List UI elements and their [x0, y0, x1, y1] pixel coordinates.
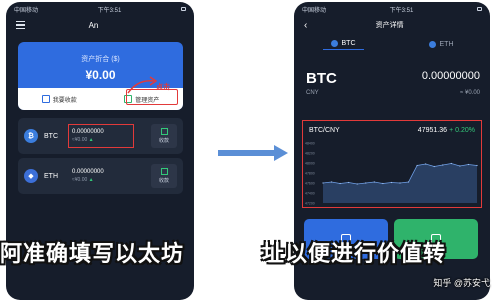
qr-icon — [41, 95, 50, 103]
tab-eth[interactable]: ETH — [421, 39, 462, 50]
btc-highlight-box — [68, 124, 134, 148]
coin-symbol: ETH — [44, 172, 58, 180]
chart-pair: BTC/CNY — [309, 127, 340, 134]
y-tick-label: 47600 — [305, 182, 315, 186]
price-point — [322, 182, 324, 184]
status-bar: 中国移动 下午3:51 — [294, 2, 490, 16]
price-point — [433, 165, 435, 168]
qr-icon — [160, 128, 168, 135]
price-point — [373, 181, 375, 183]
price-point — [365, 182, 367, 184]
price-chart-svg: 48400 48200 48000 47800 47600 47400 47200 — [305, 142, 478, 206]
price-point — [330, 181, 333, 183]
price-point — [382, 182, 384, 185]
price-point — [339, 182, 341, 185]
watermark: 知乎 @苏安弋 — [433, 278, 490, 288]
wallet-name: An — [88, 20, 99, 30]
coin-receive-label: 收款 — [158, 138, 169, 144]
carrier-label: 中国移动 — [302, 7, 327, 14]
detail-header: ‹ 资产详情 — [294, 16, 490, 34]
battery-icon — [180, 7, 186, 11]
receive-label: 我要收款 — [52, 97, 77, 104]
tab-label: BTC — [341, 40, 356, 47]
back-icon[interactable]: ‹ — [304, 20, 307, 31]
coin-amount: 0.00000000 — [72, 169, 104, 175]
time-label: 下午3:51 — [389, 7, 414, 14]
coin-fiat-line: ≈¥0.00 ▲ — [72, 177, 104, 183]
battery-icon — [476, 7, 482, 11]
coin-receive-label: 收款 — [158, 178, 169, 184]
y-tick-label: 48000 — [305, 162, 315, 166]
click-annotation: 点击 — [156, 84, 170, 91]
currency-label: CNY — [306, 90, 319, 96]
balance-row: BTC 0.00000000 — [306, 70, 480, 87]
price-point — [399, 182, 401, 184]
y-tick-label: 47400 — [305, 192, 315, 196]
coin-balance: 0.00000000 — [421, 70, 480, 82]
caption-right: 址以便进行价值转 — [262, 242, 447, 267]
price-point — [416, 164, 418, 167]
status-icons — [180, 7, 186, 11]
btc-icon — [330, 40, 338, 47]
price-point — [476, 164, 478, 167]
detail-title: 资产详情 — [375, 22, 404, 29]
y-tick-label: 48400 — [305, 142, 315, 146]
overlay-caption: 阿准确填写以太坊 址以便进行价值转 — [0, 236, 500, 268]
price-point — [442, 164, 444, 166]
fiat-value: ≈ ¥0.00 — [460, 90, 480, 96]
menu-icon[interactable] — [16, 21, 25, 29]
status-bar: 中国移动 下午3:51 — [6, 2, 194, 16]
carrier-label: 中国移动 — [14, 7, 39, 14]
price-point — [356, 183, 358, 185]
coin-values: 0.00000000 ≈¥0.00 ▲ — [72, 169, 104, 183]
chart-change: + 0.20% — [449, 127, 475, 134]
eth-icon: ◆ — [24, 169, 38, 183]
coin-fiat: ≈¥0.00 — [72, 177, 88, 183]
y-tick-label: 47800 — [305, 172, 315, 176]
price-point — [425, 163, 427, 165]
caption-left: 阿准确填写以太坊 — [0, 242, 185, 267]
coin-name: BTC — [306, 70, 337, 87]
time-label: 下午3:51 — [97, 7, 122, 14]
price-point — [407, 181, 410, 183]
app-header: An — [6, 16, 194, 34]
status-icons — [476, 7, 482, 11]
qr-icon — [160, 168, 168, 175]
coin-receive-button[interactable]: 收款 — [151, 164, 177, 188]
coin-receive-button[interactable]: 收款 — [151, 124, 177, 148]
trend-up-icon: ▲ — [88, 177, 94, 183]
y-tick-label: 48200 — [305, 152, 315, 156]
price-point — [467, 163, 470, 166]
price-point — [390, 181, 393, 184]
eth-icon — [428, 40, 436, 48]
price-chart: BTC/CNY 47951.36 + 0.20% 48400 48200 48000… — [302, 120, 482, 208]
currency-row: CNY ≈ ¥0.00 — [306, 90, 480, 96]
transition-arrow-icon — [218, 145, 288, 161]
price-point — [459, 165, 461, 167]
price-point — [348, 181, 350, 184]
price-point — [450, 162, 452, 165]
tab-label: ETH — [439, 40, 454, 48]
tab-btc[interactable]: BTC — [322, 38, 364, 50]
coin-tabs: BTC ETH — [294, 34, 490, 54]
coin-row-eth[interactable]: ◆ ETH 0.00000000 ≈¥0.00 ▲ 收款 — [18, 158, 183, 194]
chart-price: 47951.36 — [417, 127, 447, 134]
y-tick-label: 47200 — [305, 202, 315, 206]
btc-icon: ₿ — [24, 129, 38, 143]
asset-title: 资产折合 ($) — [81, 56, 120, 63]
receive-button[interactable]: 我要收款 — [41, 95, 77, 104]
